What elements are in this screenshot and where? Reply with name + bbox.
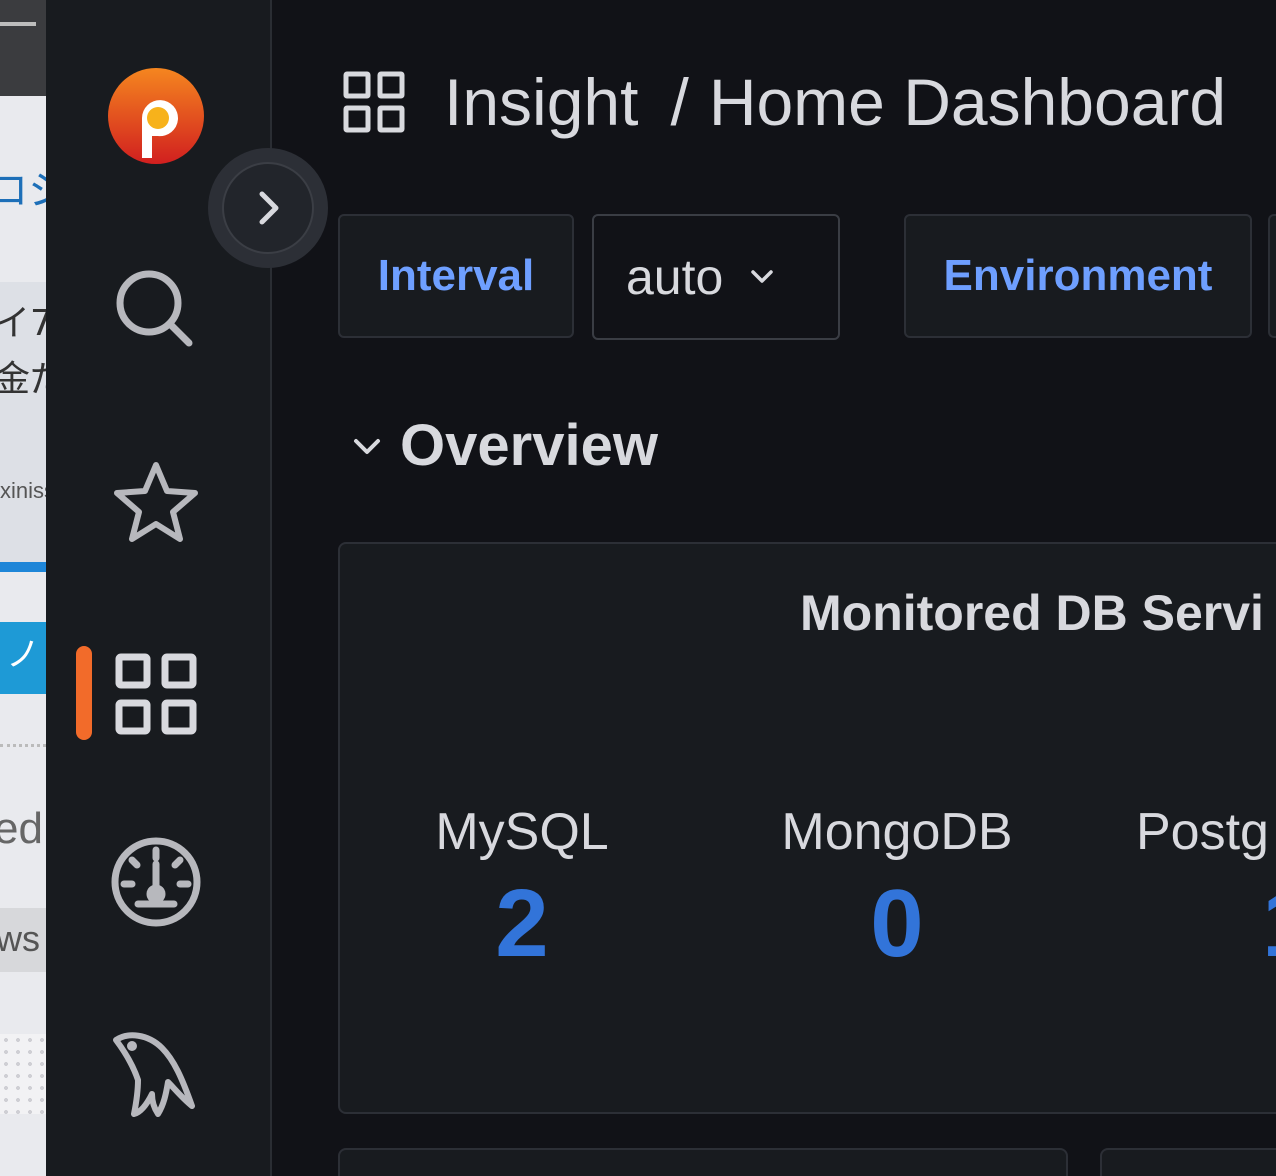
row-title: Overview [400,413,658,478]
background-text: ed [0,804,43,853]
interval-select-value: auto [626,249,724,305]
page-title: Home Dashboard [708,65,1227,139]
star-icon[interactable] [108,454,204,550]
stat-mysql[interactable]: MySQL 2 [432,802,612,972]
dashboards-icon [343,71,405,133]
active-indicator [76,646,92,740]
stat-mongodb[interactable]: MongoDB 0 [770,802,1024,972]
dashboards-icon[interactable] [108,646,204,742]
panel-partial [338,1148,1068,1176]
search-icon[interactable] [108,262,204,358]
environment-select[interactable] [1268,214,1276,338]
background-window: ロシ イ7 金だ xiniss ノ ed ws [0,0,46,1176]
environment-variable-label: Environment [904,214,1252,338]
interval-select[interactable]: auto [592,214,840,340]
interval-variable-label: Interval [338,214,574,338]
stat-value: 1 [1262,876,1276,972]
stat-name: MySQL [435,803,609,861]
chevron-down-icon [354,438,380,454]
breadcrumb: Insight / Home Dashboard [342,64,1226,140]
stat-value: 2 [495,870,549,977]
monitored-db-services-panel: Monitored DB Servi MySQL 2 MongoDB 0 Pos… [338,542,1276,1114]
panel-title[interactable]: Monitored DB Servi [800,584,1264,642]
stat-postgresql[interactable]: Postg 1 [1136,802,1276,972]
panel-partial [1100,1148,1276,1176]
background-text: ロシ [0,168,46,214]
background-text: xiniss [0,478,46,503]
background-row: ws [0,908,46,972]
stat-name: Postg [1136,803,1269,861]
background-window-titlebar [0,0,46,96]
background-button: ノ [0,622,46,694]
p-logo-icon[interactable] [108,68,204,164]
gauge-icon[interactable] [108,834,204,930]
chevron-down-icon [751,270,774,283]
row-overview-toggle[interactable]: Overview [350,412,658,479]
breadcrumb-separator: / [670,65,689,139]
breadcrumb-folder-link[interactable]: Insight [444,64,638,140]
stat-value: 0 [870,870,924,977]
dolphin-icon[interactable] [108,1028,204,1124]
background-text: 金だ [0,359,46,400]
stat-name: MongoDB [781,803,1013,861]
background-text: イ7 [0,303,46,344]
main-content: Insight / Home Dashboard Interval auto E… [272,0,1276,1176]
